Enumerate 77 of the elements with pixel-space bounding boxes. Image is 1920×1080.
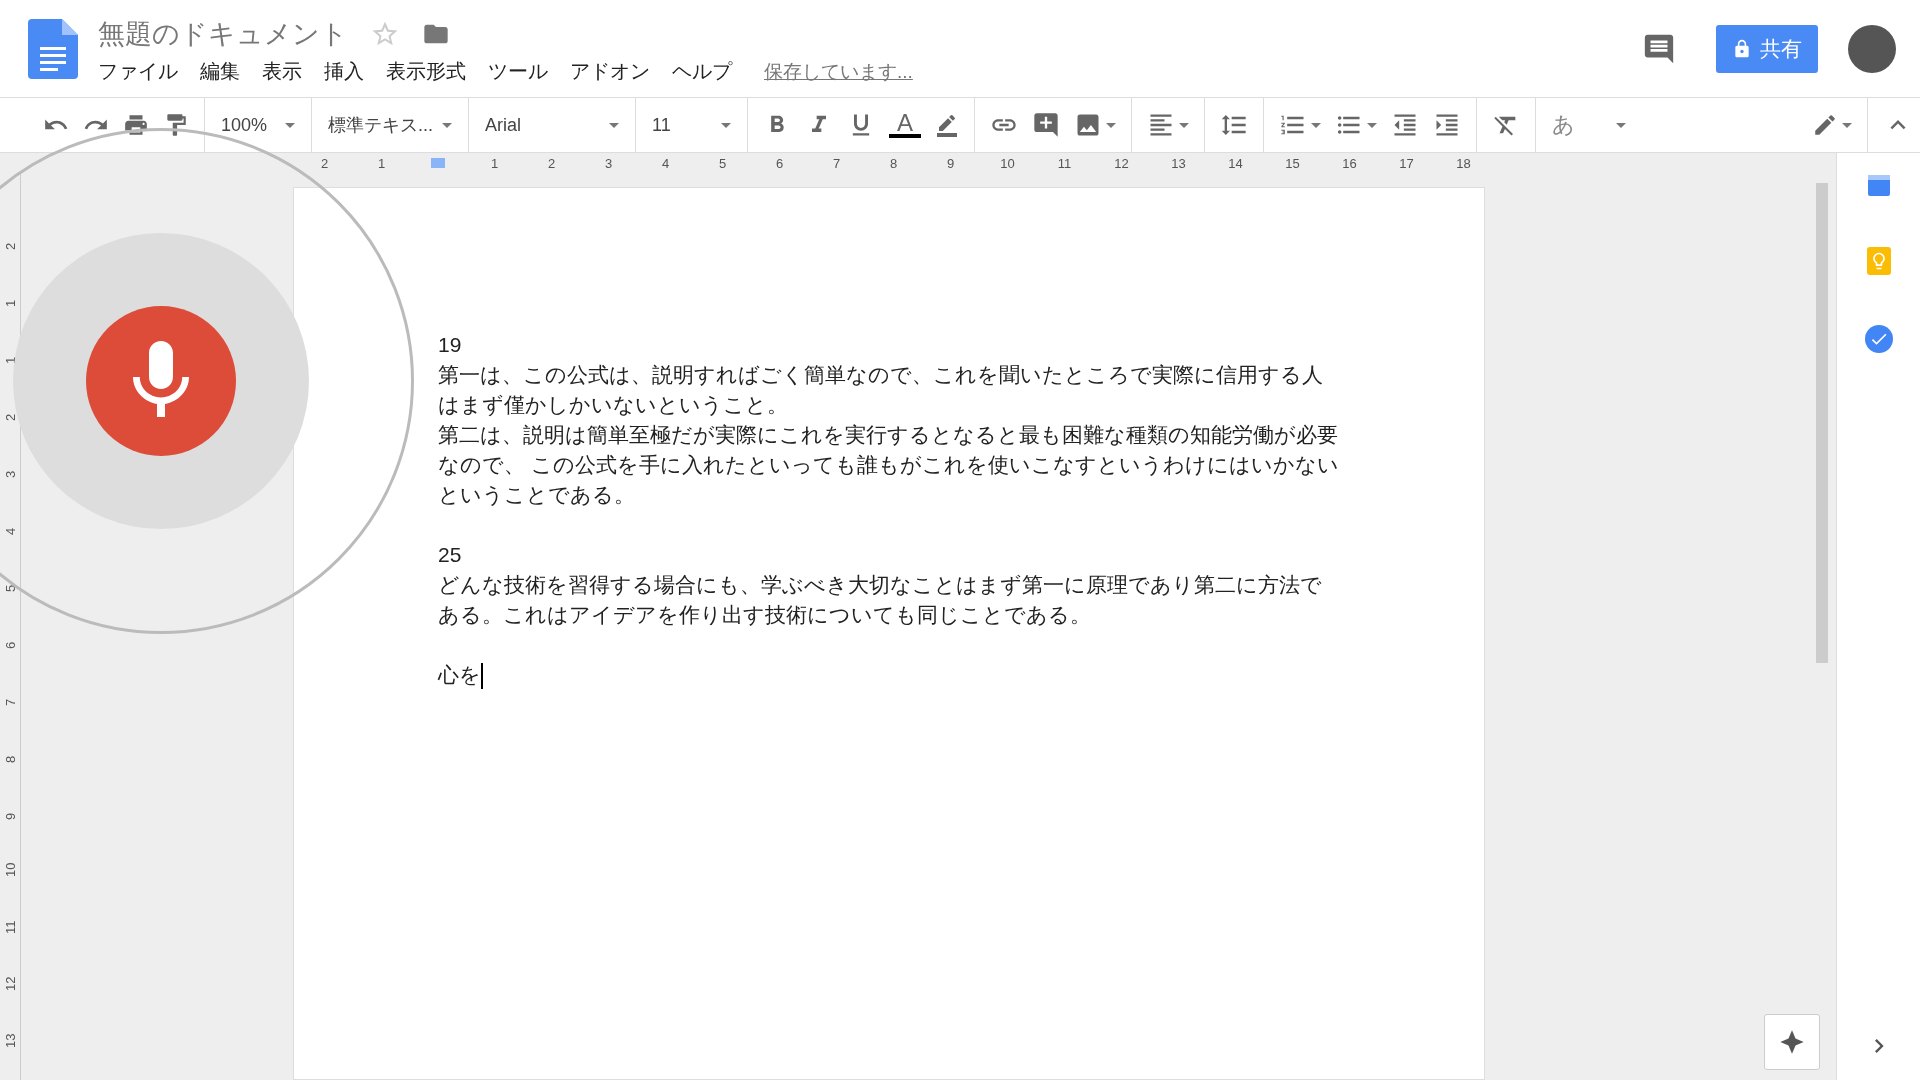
- menu-item[interactable]: 表示形式: [386, 58, 466, 85]
- ruler-number: 5: [717, 155, 728, 171]
- ruler-number: 13: [2, 1032, 18, 1048]
- ruler-number: 4: [660, 155, 671, 171]
- menu-item[interactable]: ファイル: [98, 58, 178, 85]
- ruler-number: 2: [2, 241, 18, 250]
- menu-item[interactable]: 表示: [262, 58, 302, 85]
- ruler-number: 9: [945, 155, 956, 171]
- ruler-number: 15: [1284, 155, 1301, 171]
- explore-button[interactable]: [1764, 1014, 1820, 1070]
- caret-icon: [1842, 122, 1852, 128]
- ruler-number: 8: [888, 155, 899, 171]
- menu-item[interactable]: 編集: [200, 58, 240, 85]
- paragraph: 第一は、この公式は、説明すればごく簡単なので、これを聞いたところで実際に信用する人はまず僅かしかいないということ。: [438, 363, 1323, 416]
- lock-icon: [1732, 38, 1752, 59]
- ruler-number: 12: [1113, 155, 1130, 171]
- ruler-number: 12: [2, 975, 18, 991]
- caret-icon: [1367, 122, 1377, 128]
- ruler-number: 2: [319, 155, 330, 171]
- caret-icon: [285, 122, 295, 128]
- indent-marker-icon[interactable]: [431, 158, 445, 168]
- caret-icon: [1179, 122, 1189, 128]
- scrollbar[interactable]: [1816, 183, 1828, 663]
- ruler-number: 8: [2, 754, 18, 763]
- paragraph: 心を: [438, 663, 481, 686]
- ruler-number: 3: [2, 469, 18, 478]
- caret-icon: [721, 122, 731, 128]
- text-cursor: [481, 663, 483, 690]
- pencil-icon: [1812, 112, 1838, 138]
- caret-icon: [1616, 122, 1626, 128]
- ruler-number: 7: [2, 697, 18, 706]
- ruler-number: 1: [2, 355, 18, 364]
- ruler-number: 14: [1227, 155, 1244, 171]
- paragraph: 第二は、説明は簡単至極だが実際にこれを実行するとなると最も困難な種類の知能労働が必要なので、 この公式を手に入れたといっても誰もがこれを使いこなすというわけにはいかないということである。: [438, 423, 1339, 506]
- text-color-button[interactable]: A: [882, 105, 928, 145]
- calendar-icon[interactable]: [1866, 173, 1891, 197]
- ruler-number: 18: [1455, 155, 1472, 171]
- caret-icon: [442, 122, 452, 128]
- caret-icon: [1311, 122, 1321, 128]
- ruler-number: 1: [489, 155, 500, 171]
- avatar[interactable]: [1848, 24, 1896, 73]
- menu-item[interactable]: ヘルプ: [672, 58, 732, 85]
- ruler-number: 9: [2, 811, 18, 820]
- ruler-number: 11: [2, 919, 18, 934]
- docs-logo-icon[interactable]: [28, 18, 78, 79]
- ruler-number: 1: [2, 298, 18, 307]
- ruler-number: 16: [1341, 155, 1358, 171]
- ruler-number: 3: [603, 155, 614, 171]
- menu-item[interactable]: アドオン: [570, 58, 650, 85]
- ruler-number: 10: [999, 155, 1016, 171]
- save-status[interactable]: 保存しています...: [764, 58, 913, 85]
- ruler-number: 11: [1056, 155, 1073, 171]
- menu-item[interactable]: ツール: [488, 58, 548, 85]
- ruler-number: 10: [2, 861, 18, 877]
- menu-item[interactable]: 挿入: [324, 58, 364, 85]
- input-tools-button[interactable]: あ: [1544, 110, 1634, 140]
- paragraph: 19: [438, 333, 462, 356]
- ruler-number: 2: [546, 155, 557, 171]
- paragraph: 25: [438, 543, 462, 566]
- tasks-icon[interactable]: [1864, 325, 1893, 353]
- ruler-number: 7: [831, 155, 842, 171]
- ruler-number: 13: [1170, 155, 1187, 171]
- ruler-number: 6: [2, 640, 18, 649]
- zoom-dropdown[interactable]: 100%: [213, 114, 303, 136]
- ruler-number: 4: [2, 526, 18, 535]
- ruler-number: 5: [2, 583, 18, 592]
- document-title[interactable]: 無題のドキュメント: [98, 16, 348, 52]
- style-dropdown[interactable]: 標準テキス...: [320, 113, 460, 137]
- ruler-number: 2: [2, 412, 18, 421]
- paragraph: どんな技術を習得する場合にも、学ぶべき大切なことはまず第一に原理であり第二に方法である。これはアイデアを作り出す技術についても同じことである。: [438, 573, 1322, 626]
- font-size-dropdown[interactable]: 11: [644, 114, 739, 136]
- caret-icon: [1106, 122, 1116, 128]
- caret-icon: [609, 122, 619, 128]
- ruler-number: 1: [376, 155, 387, 171]
- ruler-number: 17: [1398, 155, 1415, 171]
- font-dropdown[interactable]: Arial: [477, 114, 627, 136]
- ruler-number: 6: [774, 155, 785, 171]
